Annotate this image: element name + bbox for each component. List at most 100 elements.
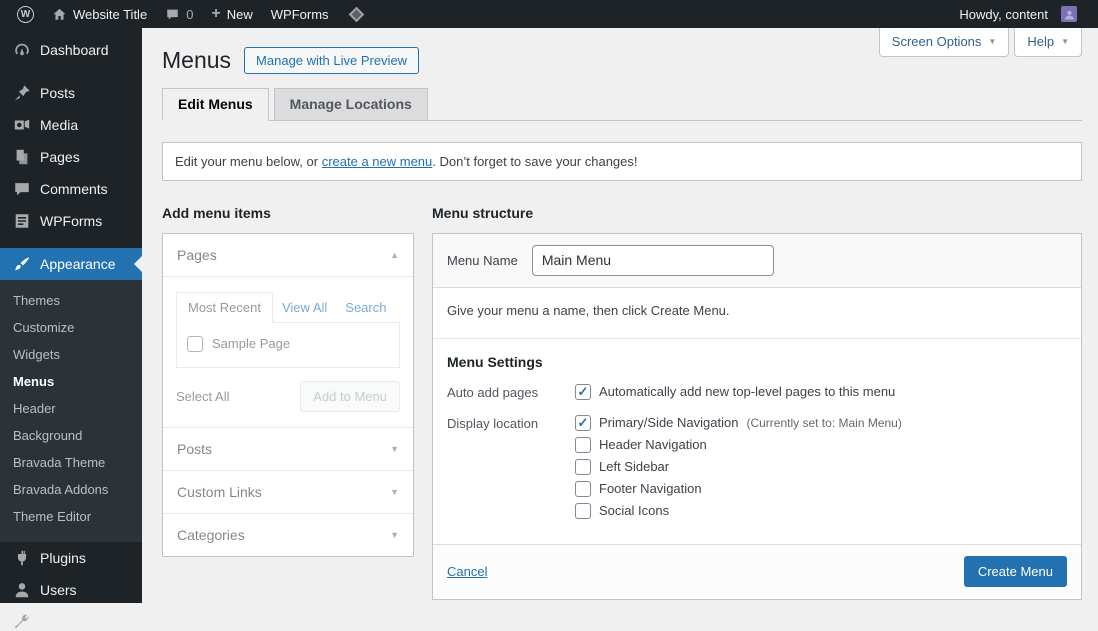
manage-live-preview-button[interactable]: Manage with Live Preview [244,47,419,74]
submenu-item-widgets[interactable]: Widgets [0,341,142,368]
chevron-down-icon: ▼ [390,530,399,540]
tab-view-all[interactable]: View All [273,293,336,322]
add-to-menu-button[interactable]: Add to Menu [300,381,400,412]
add-menu-items-box-inner: Pages ▲ Most Recent View All Search S [163,234,413,556]
menu-settings-heading: Menu Settings [447,354,1067,370]
sidebar-item-label: Pages [40,149,80,165]
wpforms-toolbar-menu[interactable]: WPForms [262,0,338,28]
help-button[interactable]: Help ▼ [1014,28,1082,57]
sidebar-item-users[interactable]: Users [0,574,142,606]
admin-bar-left: W Website Title 0 + New WPForms [8,0,371,28]
new-label: New [227,7,253,22]
location-option-note: (Currently set to: Main Menu) [746,416,901,430]
create-menu-button[interactable]: Create Menu [964,556,1067,587]
brush-icon [13,255,31,273]
submenu-item-themes[interactable]: Themes [0,287,142,314]
categories-accordion-header[interactable]: Categories ▼ [163,513,413,556]
display-location-label: Display location [447,415,575,519]
tab-edit-menus[interactable]: Edit Menus [162,88,269,121]
location-option-footer: Footer Navigation [575,481,902,497]
tab-search[interactable]: Search [336,293,395,322]
display-location-options: Primary/Side Navigation (Currently set t… [575,415,902,519]
auto-add-pages-options: Automatically add new top-level pages to… [575,384,895,400]
custom-links-accordion-header[interactable]: Custom Links ▼ [163,470,413,513]
pages-accordion-header[interactable]: Pages ▲ [163,234,413,276]
sidebar-item-wpforms[interactable]: WPForms [0,205,142,237]
sidebar-item-comments[interactable]: Comments [0,173,142,205]
sidebar-item-dashboard[interactable]: Dashboard [0,34,142,66]
select-all-link[interactable]: Select All [176,389,229,404]
admin-bar-right: Howdy, content [950,0,1086,28]
wordpress-logo-menu[interactable]: W [8,0,43,28]
comments-shortcut[interactable]: 0 [156,0,202,28]
sample-page-checkbox[interactable] [187,336,203,352]
sidebar-item-appearance[interactable]: Appearance [0,248,142,280]
sidebar-item-label: WPForms [40,213,102,229]
main-content: Screen Options ▼ Help ▼ Menus Manage wit… [142,28,1098,600]
sidebar-item-label: Media [40,117,78,133]
new-content-menu[interactable]: + New [202,0,261,28]
dashboard-icon [13,41,31,59]
auto-add-checkbox[interactable] [575,384,591,400]
admin-sidebar: Dashboard Posts Media Pages Comments WPF… [0,28,142,603]
sidebar-item-label: Appearance [40,256,116,272]
sidebar-item-pages[interactable]: Pages [0,141,142,173]
tab-manage-locations[interactable]: Manage Locations [274,88,428,121]
submenu-item-theme-editor[interactable]: Theme Editor [0,503,142,530]
user-icon [13,581,31,599]
primary-side-navigation-checkbox[interactable] [575,415,591,431]
cancel-link[interactable]: Cancel [447,564,487,579]
sidebar-separator [0,66,142,77]
theme-toolbar-button[interactable] [338,0,371,28]
howdy-label: Howdy, content [959,7,1048,22]
menu-settings-section: Menu Settings Auto add pages Automatical… [433,338,1081,544]
screen-options-label: Screen Options [892,34,982,49]
footer-navigation-checkbox[interactable] [575,481,591,497]
add-menu-items-heading: Add menu items [162,205,414,221]
screen-options-button[interactable]: Screen Options ▼ [879,28,1010,57]
auto-add-pages-row: Auto add pages Automatically add new top… [447,384,1067,400]
sidebar-item-label: Plugins [40,550,86,566]
social-icons-checkbox[interactable] [575,503,591,519]
sidebar-item-plugins[interactable]: Plugins [0,542,142,574]
create-new-menu-link[interactable]: create a new menu [322,154,433,169]
menu-name-row: Menu Name [433,234,1081,288]
submenu-item-bravada-theme[interactable]: Bravada Theme [0,449,142,476]
submenu-item-bravada-addons[interactable]: Bravada Addons [0,476,142,503]
wpforms-label: WPForms [271,7,329,22]
menu-structure-heading: Menu structure [432,205,1082,221]
submenu-item-customize[interactable]: Customize [0,314,142,341]
location-option-label: Primary/Side Navigation [599,415,738,430]
header-navigation-checkbox[interactable] [575,437,591,453]
submenu-item-menus[interactable]: Menus [0,368,142,395]
menu-hint-text: Give your menu a name, then click Create… [433,288,1081,338]
posts-accordion-header[interactable]: Posts ▼ [163,427,413,470]
add-menu-items-box: Pages ▲ Most Recent View All Search S [162,233,414,557]
screen-meta: Screen Options ▼ Help ▼ [879,28,1082,57]
sidebar-item-posts[interactable]: Posts [0,77,142,109]
location-option-label: Left Sidebar [599,459,669,474]
pages-icon [13,148,31,166]
site-name-link[interactable]: Website Title [43,0,156,28]
content-columns: Add menu items Pages ▲ Most Recent View … [162,205,1082,600]
submenu-item-background[interactable]: Background [0,422,142,449]
pages-panel-tabs: Most Recent View All Search [176,292,400,322]
account-menu[interactable]: Howdy, content [950,0,1086,28]
wordpress-logo-icon: W [17,6,34,23]
tab-most-recent[interactable]: Most Recent [176,292,273,323]
comments-icon [13,180,31,198]
chevron-down-icon: ▼ [988,37,996,46]
menu-name-input[interactable] [532,245,774,276]
wpforms-icon [13,212,31,230]
location-option-left-sidebar: Left Sidebar [575,459,902,475]
submenu-item-header[interactable]: Header [0,395,142,422]
chevron-down-icon: ▼ [390,444,399,454]
categories-accordion-title: Categories [177,527,245,543]
page-title: Menus [162,47,231,75]
comment-count: 0 [186,7,193,22]
display-location-row: Display location Primary/Side Navigation… [447,415,1067,519]
left-sidebar-checkbox[interactable] [575,459,591,475]
location-option-primary: Primary/Side Navigation (Currently set t… [575,415,902,431]
nav-tabs: Edit Menus Manage Locations [162,88,1082,121]
sidebar-item-media[interactable]: Media [0,109,142,141]
